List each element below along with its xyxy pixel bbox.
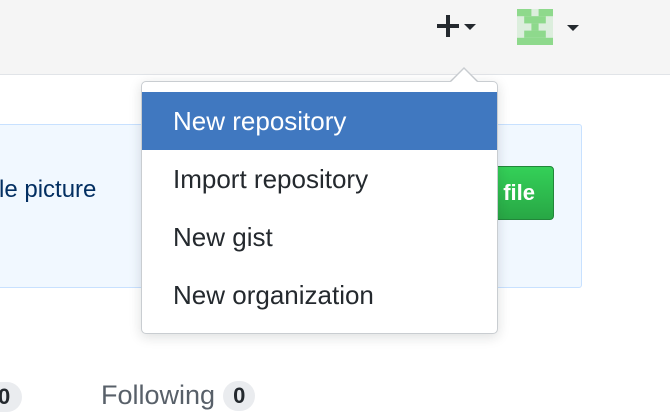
dropdown-arrow-fill: [451, 69, 477, 82]
caret-down-icon: [567, 25, 579, 31]
followers-count-badge[interactable]: 0: [0, 382, 23, 412]
following-link[interactable]: Following 0: [101, 380, 256, 411]
create-new-dropdown-menu: New repository Import repository New gis…: [141, 81, 498, 334]
menu-item-new-repository[interactable]: New repository: [142, 92, 497, 150]
user-menu-button[interactable]: [517, 9, 583, 45]
avatar: [517, 9, 553, 45]
menu-item-import-repository[interactable]: Import repository: [142, 150, 497, 208]
menu-item-new-gist[interactable]: New gist: [142, 208, 497, 266]
following-label: Following: [101, 380, 216, 410]
create-new-dropdown-button[interactable]: [437, 11, 487, 41]
caret-down-icon: [464, 24, 476, 30]
identicon-icon: [517, 9, 553, 45]
following-count-badge: 0: [223, 380, 256, 411]
notice-link-text[interactable]: file picture: [0, 176, 96, 204]
plus-icon: [437, 15, 459, 37]
menu-item-new-organization[interactable]: New organization: [142, 266, 497, 324]
top-header: [0, 0, 670, 75]
